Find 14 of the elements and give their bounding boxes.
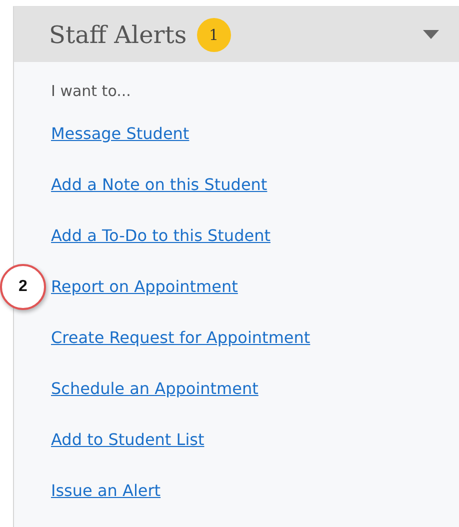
- action-link[interactable]: Message Student: [51, 124, 190, 143]
- action-link[interactable]: Add a To-Do to this Student: [51, 226, 270, 245]
- action-link[interactable]: Create Request for Appointment: [51, 328, 310, 347]
- action-link[interactable]: Schedule an Appointment: [51, 379, 258, 398]
- caret-icon[interactable]: [423, 30, 439, 39]
- action-link[interactable]: Add a Note on this Student: [51, 175, 268, 194]
- action-link[interactable]: Add to Student List: [51, 430, 204, 449]
- count-badge: 1: [196, 18, 231, 52]
- action-link[interactable]: Issue an Alert: [51, 481, 161, 500]
- panel-title: Staff Alerts: [49, 20, 187, 48]
- panel-header[interactable]: Staff Alerts 1: [14, 7, 459, 62]
- intro-text: I want to...: [51, 82, 132, 102]
- action-link[interactable]: Report on Appointment: [51, 277, 238, 296]
- step-number-callout: 2: [0, 264, 46, 310]
